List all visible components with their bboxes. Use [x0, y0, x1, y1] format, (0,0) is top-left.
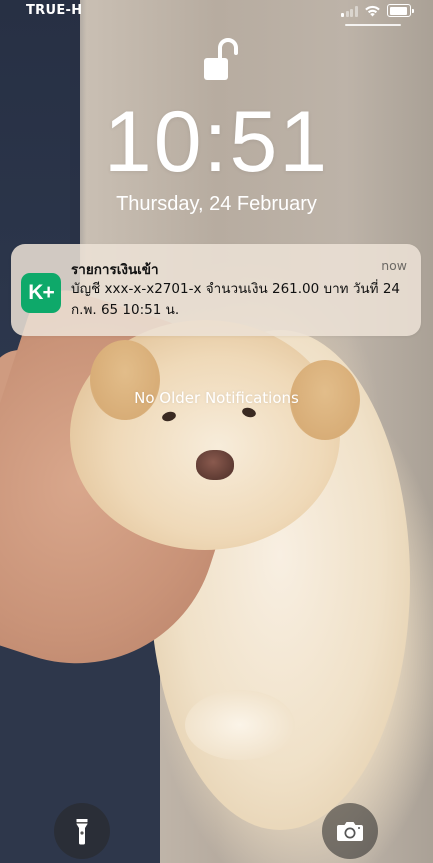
carrier-name: TRUE-H — [26, 3, 83, 18]
battery-icon — [387, 4, 414, 17]
wifi-icon — [365, 5, 380, 17]
flashlight-button[interactable] — [54, 803, 110, 859]
notification-time: now — [381, 258, 407, 273]
camera-icon — [337, 822, 363, 841]
control-center-indicator[interactable] — [345, 24, 401, 26]
notification-title: รายการเงินเข้า — [71, 262, 159, 278]
lock-screen-date: Thursday, 24 February — [116, 193, 317, 215]
camera-button[interactable] — [322, 803, 378, 859]
lock-screen: TRUE-H 10:51 Thursday, 24 February K+ รา… — [0, 0, 433, 863]
lock-screen-time: 10:51 — [103, 94, 330, 190]
kplus-app-icon: K+ — [21, 273, 61, 313]
wallpaper-dog-paw — [185, 690, 295, 760]
wallpaper-dog-nose — [196, 450, 234, 480]
unlocked-padlock-icon — [204, 38, 238, 80]
notification-body: บัญชี xxx-x-x2701-x จำนวนเงิน 261.00 บาท… — [71, 281, 401, 318]
cellular-signal-icon — [341, 6, 359, 17]
status-bar: TRUE-H — [0, 0, 433, 26]
wallpaper-dog-ear-left — [90, 340, 160, 420]
flashlight-icon — [76, 819, 88, 845]
notification-card[interactable]: K+ รายการเงินเข้า now บัญชี xxx-x-x2701-… — [11, 244, 421, 336]
no-older-notifications-label: No Older Notifications — [134, 389, 299, 407]
